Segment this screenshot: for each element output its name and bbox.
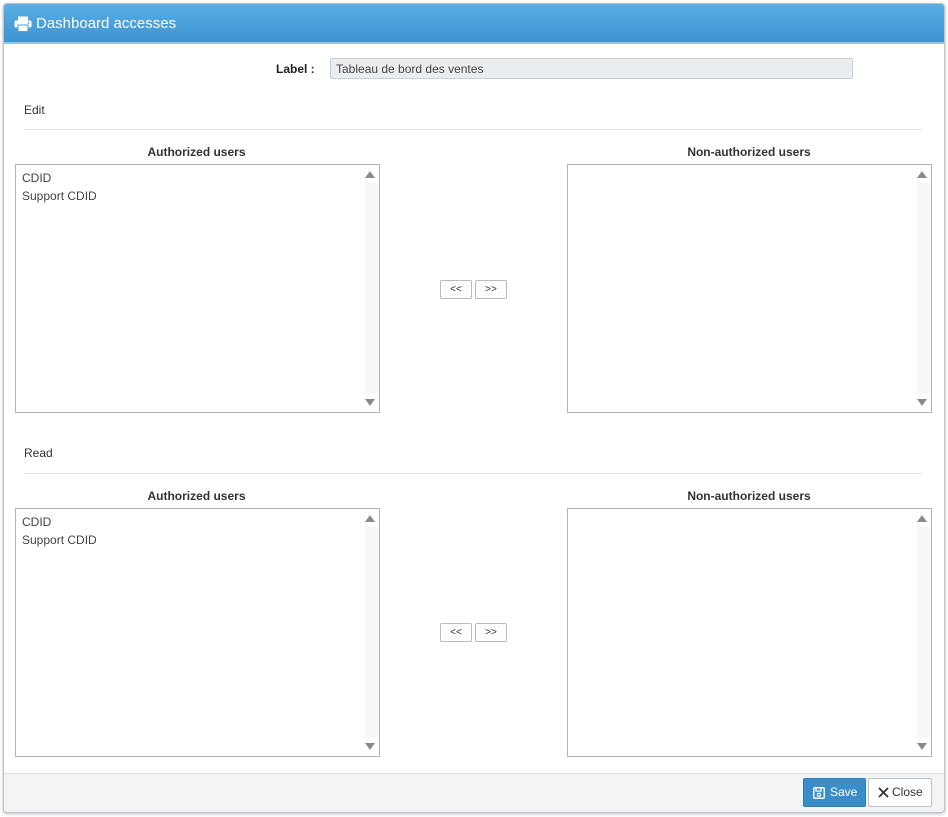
scroll-up-arrow-icon[interactable] [917, 171, 927, 178]
edit-authorized-header: Authorized users [147, 145, 246, 159]
read-section-title: Read [24, 446, 53, 460]
close-icon [878, 787, 889, 798]
scroll-up-arrow-icon[interactable] [365, 515, 375, 522]
edit-non-authorized-header: Non-authorized users [687, 145, 811, 159]
scrollbar-track[interactable] [917, 183, 931, 394]
dialog-footer: Save Close [4, 773, 944, 812]
scrollbar-track[interactable] [917, 527, 931, 738]
dashboard-accesses-dialog: Dashboard accesses Label : Edit Authoriz… [3, 3, 945, 813]
printer-icon [14, 16, 32, 32]
read-authorized-list[interactable]: CDID Support CDID [15, 508, 380, 757]
scrollbar-track[interactable] [365, 183, 379, 394]
scroll-up-arrow-icon[interactable] [365, 171, 375, 178]
scroll-down-arrow-icon[interactable] [917, 743, 927, 750]
read-divider [24, 473, 922, 474]
dialog-title: Dashboard accesses [36, 15, 177, 32]
edit-non-authorized-list[interactable] [567, 164, 932, 413]
scroll-up-arrow-icon[interactable] [917, 515, 927, 522]
list-item[interactable]: Support CDID [22, 187, 97, 205]
label-caption: Label : [276, 62, 315, 76]
save-button[interactable]: Save [803, 778, 866, 807]
list-item[interactable]: Support CDID [22, 531, 97, 549]
close-button[interactable]: Close [868, 778, 932, 807]
label-input[interactable] [330, 58, 853, 79]
edit-move-right-button[interactable]: >> [475, 280, 507, 299]
read-move-left-button[interactable]: << [440, 623, 472, 642]
list-item[interactable]: CDID [22, 513, 97, 531]
read-non-authorized-list[interactable] [567, 508, 932, 757]
scrollbar-track[interactable] [365, 527, 379, 738]
scroll-down-arrow-icon[interactable] [917, 399, 927, 406]
edit-move-left-button[interactable]: << [440, 280, 472, 299]
edit-authorized-list[interactable]: CDID Support CDID [15, 164, 380, 413]
read-non-authorized-header: Non-authorized users [687, 489, 811, 503]
floppy-disk-icon [813, 787, 825, 799]
close-button-label: Close [892, 785, 923, 799]
read-move-right-button[interactable]: >> [475, 623, 507, 642]
read-authorized-header: Authorized users [147, 489, 246, 503]
scroll-down-arrow-icon[interactable] [365, 399, 375, 406]
list-item[interactable]: CDID [22, 169, 97, 187]
save-button-label: Save [830, 785, 858, 799]
edit-section-title: Edit [24, 103, 45, 117]
scroll-down-arrow-icon[interactable] [365, 743, 375, 750]
edit-divider [24, 129, 922, 130]
dialog-header: Dashboard accesses [4, 4, 944, 44]
